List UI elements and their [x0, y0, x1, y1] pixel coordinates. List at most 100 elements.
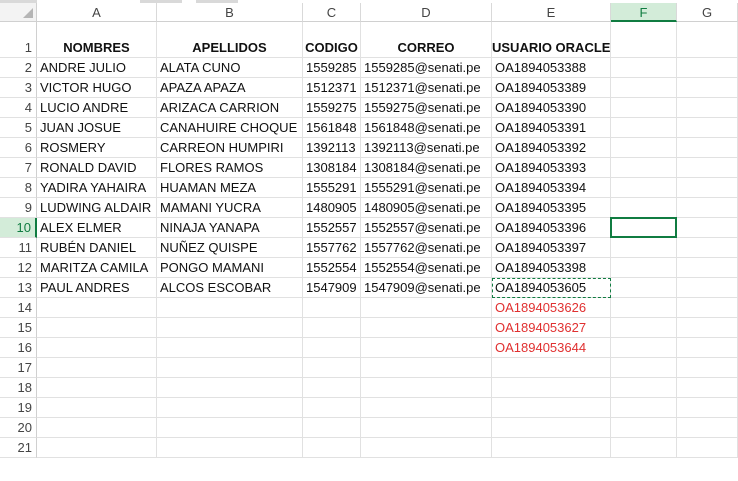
grid-cell[interactable]	[303, 418, 361, 438]
grid-cell[interactable]: 1561848@senati.pe	[361, 118, 492, 138]
row-header-17[interactable]: 17	[0, 358, 37, 378]
grid-cell[interactable]	[611, 358, 677, 378]
grid-cell[interactable]: ALCOS ESCOBAR	[157, 278, 303, 298]
grid-cell[interactable]: 1392113	[303, 138, 361, 158]
grid-cell[interactable]: 1308184	[303, 158, 361, 178]
grid-cell[interactable]	[37, 378, 157, 398]
grid-cell[interactable]: 1547909@senati.pe	[361, 278, 492, 298]
column-title-cell[interactable]	[611, 22, 677, 58]
grid-cell[interactable]	[37, 318, 157, 338]
row-header-6[interactable]: 6	[0, 138, 37, 158]
grid-cell[interactable]: OA1894053395	[492, 198, 611, 218]
grid-cell[interactable]	[303, 338, 361, 358]
grid-cell[interactable]: CANAHUIRE CHOQUE	[157, 118, 303, 138]
grid-cell[interactable]	[611, 378, 677, 398]
grid-cell[interactable]	[677, 78, 738, 98]
grid-cell[interactable]	[303, 438, 361, 458]
grid-cell[interactable]	[677, 238, 738, 258]
grid-cell[interactable]	[492, 438, 611, 458]
grid-cell[interactable]: APAZA APAZA	[157, 78, 303, 98]
row-header-13[interactable]: 13	[0, 278, 37, 298]
grid-cell[interactable]	[37, 298, 157, 318]
grid-cell[interactable]	[677, 378, 738, 398]
grid-cell[interactable]	[677, 158, 738, 178]
grid-cell[interactable]	[611, 338, 677, 358]
row-header-10[interactable]: 10	[0, 218, 37, 238]
grid-cell[interactable]: 1559275@senati.pe	[361, 98, 492, 118]
grid-cell[interactable]: JUAN JOSUE	[37, 118, 157, 138]
spreadsheet-grid[interactable]: A B C D E F G 1 2 3 4 5 6 7 8 9 10 11 12 13 14 15 16 17 18 19 20 21…	[0, 3, 738, 481]
grid-cell[interactable]: 1559285@senati.pe	[361, 58, 492, 78]
grid-cell[interactable]	[677, 438, 738, 458]
row-header-9[interactable]: 9	[0, 198, 37, 218]
grid-cell[interactable]	[611, 78, 677, 98]
grid-cell[interactable]	[677, 198, 738, 218]
grid-cell[interactable]: PAUL ANDRES	[37, 278, 157, 298]
grid-cell[interactable]	[611, 258, 677, 278]
grid-cell[interactable]	[303, 318, 361, 338]
grid-cell[interactable]	[611, 118, 677, 138]
grid-cell[interactable]: ANDRE JULIO	[37, 58, 157, 78]
grid-cell[interactable]: RONALD DAVID	[37, 158, 157, 178]
row-header-19[interactable]: 19	[0, 398, 37, 418]
grid-cell[interactable]	[303, 298, 361, 318]
grid-cell[interactable]: 1552554	[303, 258, 361, 278]
grid-cell[interactable]: ARIZACA CARRION	[157, 98, 303, 118]
row-header-20[interactable]: 20	[0, 418, 37, 438]
row-header-2[interactable]: 2	[0, 58, 37, 78]
grid-cell[interactable]	[677, 338, 738, 358]
grid-cell[interactable]	[677, 118, 738, 138]
grid-cell[interactable]	[361, 438, 492, 458]
grid-cell[interactable]: ALATA CUNO	[157, 58, 303, 78]
grid-cell[interactable]	[611, 418, 677, 438]
row-header-18[interactable]: 18	[0, 378, 37, 398]
row-header-14[interactable]: 14	[0, 298, 37, 318]
grid-cell[interactable]	[611, 98, 677, 118]
grid-cell[interactable]	[37, 338, 157, 358]
grid-cell[interactable]	[361, 418, 492, 438]
column-header-d[interactable]: D	[361, 3, 492, 22]
grid-cell[interactable]: OA1894053398	[492, 258, 611, 278]
column-header-b[interactable]: B	[157, 3, 303, 22]
grid-cell[interactable]	[611, 58, 677, 78]
grid-cell[interactable]	[157, 418, 303, 438]
grid-cell[interactable]	[611, 238, 677, 258]
grid-cell[interactable]: OA1894053393	[492, 158, 611, 178]
row-header-21[interactable]: 21	[0, 438, 37, 458]
grid-cell[interactable]	[361, 358, 492, 378]
grid-cell[interactable]: VICTOR HUGO	[37, 78, 157, 98]
grid-cell[interactable]	[677, 178, 738, 198]
row-header-16[interactable]: 16	[0, 338, 37, 358]
grid-cell[interactable]: OA1894053644	[492, 338, 611, 358]
grid-cell[interactable]	[361, 318, 492, 338]
column-title-cell[interactable]	[677, 22, 738, 58]
grid-cell[interactable]: 1552557@senati.pe	[361, 218, 492, 238]
grid-cell[interactable]: 1552557	[303, 218, 361, 238]
grid-cell[interactable]	[303, 358, 361, 378]
grid-cell[interactable]: LUDWING ALDAIR	[37, 198, 157, 218]
grid-cell[interactable]	[677, 258, 738, 278]
grid-cell[interactable]: 1512371	[303, 78, 361, 98]
row-header-4[interactable]: 4	[0, 98, 37, 118]
grid-cell[interactable]: OA1894053626	[492, 298, 611, 318]
grid-cell[interactable]	[611, 298, 677, 318]
grid-cell[interactable]	[611, 318, 677, 338]
grid-cell[interactable]: 1512371@senati.pe	[361, 78, 492, 98]
row-header-12[interactable]: 12	[0, 258, 37, 278]
grid-cell[interactable]: 1557762	[303, 238, 361, 258]
grid-cell[interactable]: FLORES RAMOS	[157, 158, 303, 178]
grid-cell[interactable]	[157, 338, 303, 358]
grid-cell[interactable]	[361, 338, 492, 358]
grid-cell[interactable]	[677, 358, 738, 378]
grid-cell[interactable]	[611, 438, 677, 458]
column-header-f[interactable]: F	[611, 3, 677, 22]
grid-cell[interactable]: OA1894053396	[492, 218, 611, 238]
grid-cell[interactable]: 1561848	[303, 118, 361, 138]
grid-cell[interactable]: OA1894053390	[492, 98, 611, 118]
grid-cell[interactable]	[611, 178, 677, 198]
row-header-11[interactable]: 11	[0, 238, 37, 258]
grid-cell[interactable]	[157, 298, 303, 318]
column-title-cell[interactable]: USUARIO ORACLE	[492, 22, 611, 58]
grid-cell[interactable]	[157, 378, 303, 398]
column-title-cell[interactable]: APELLIDOS	[157, 22, 303, 58]
